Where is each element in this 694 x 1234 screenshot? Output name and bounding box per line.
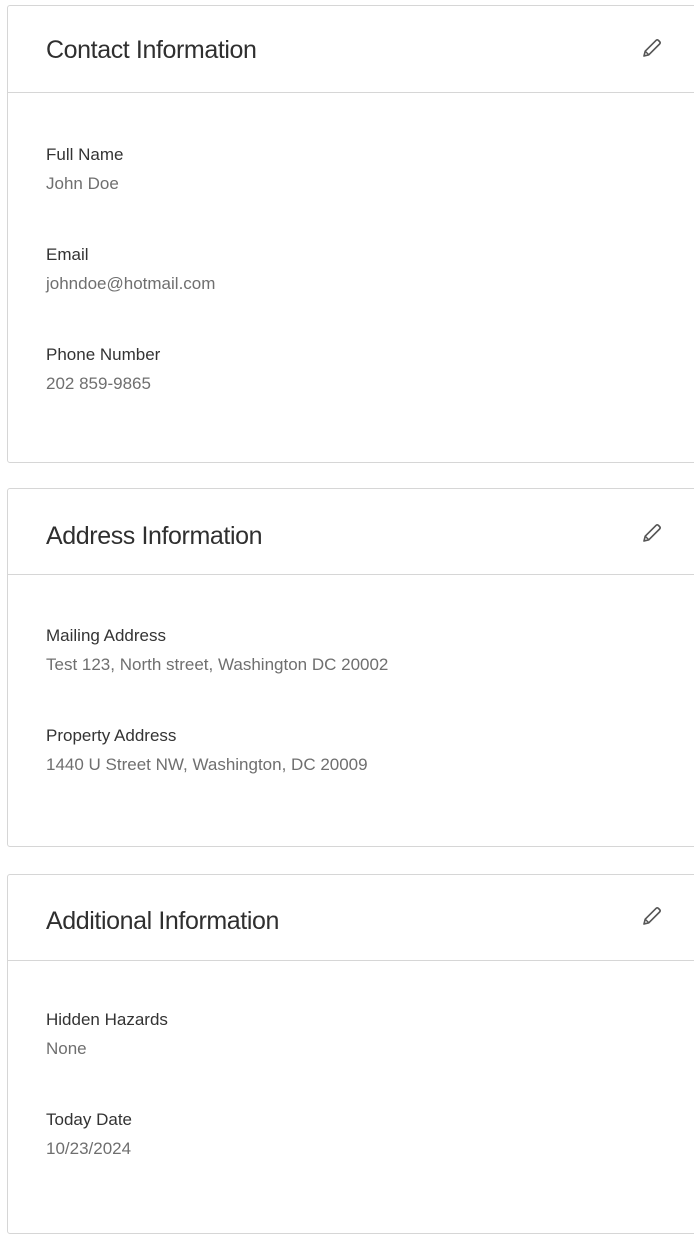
field-value: John Doe (46, 174, 119, 193)
additional-information-card: Additional Information Hidden Hazards No… (7, 874, 694, 1234)
field-email: Email johndoe@hotmail.com (46, 245, 215, 294)
edit-additional-button[interactable] (636, 900, 668, 932)
field-today-date: Today Date 10/23/2024 (46, 1110, 132, 1159)
field-mailing-address: Mailing Address Test 123, North street, … (46, 626, 388, 675)
field-hidden-hazards: Hidden Hazards None (46, 1010, 168, 1059)
contact-information-card: Contact Information Full Name John Doe E… (7, 5, 694, 463)
address-information-card: Address Information Mailing Address Test… (7, 488, 694, 847)
card-title: Additional Information (46, 907, 280, 935)
edit-contact-button[interactable] (636, 32, 668, 64)
card-title: Address Information (46, 522, 263, 550)
card-header: Contact Information (8, 6, 694, 93)
field-value: Test 123, North street, Washington DC 20… (46, 655, 389, 674)
field-label: Hidden Hazards (46, 1010, 168, 1029)
field-label: Property Address (46, 726, 177, 745)
field-value: 202 859-9865 (46, 374, 151, 393)
field-label: Email (46, 245, 89, 264)
field-property-address: Property Address 1440 U Street NW, Washi… (46, 726, 368, 775)
pencil-icon (643, 907, 661, 925)
field-full-name: Full Name John Doe (46, 145, 123, 194)
field-label: Mailing Address (46, 626, 167, 645)
field-label: Today Date (46, 1110, 132, 1129)
pencil-icon (643, 39, 661, 57)
edit-address-button[interactable] (636, 517, 668, 549)
field-value: 10/23/2024 (46, 1139, 132, 1158)
card-title: Contact Information (46, 36, 257, 64)
card-header: Additional Information (8, 875, 694, 961)
pencil-icon (643, 524, 661, 542)
field-value: None (46, 1039, 87, 1058)
field-value: johndoe@hotmail.com (46, 274, 216, 293)
field-value: 1440 U Street NW, Washington, DC 20009 (46, 755, 368, 774)
field-label: Phone Number (46, 345, 161, 364)
field-label: Full Name (46, 145, 124, 164)
card-header: Address Information (8, 489, 694, 575)
field-phone-number: Phone Number 202 859-9865 (46, 345, 160, 394)
